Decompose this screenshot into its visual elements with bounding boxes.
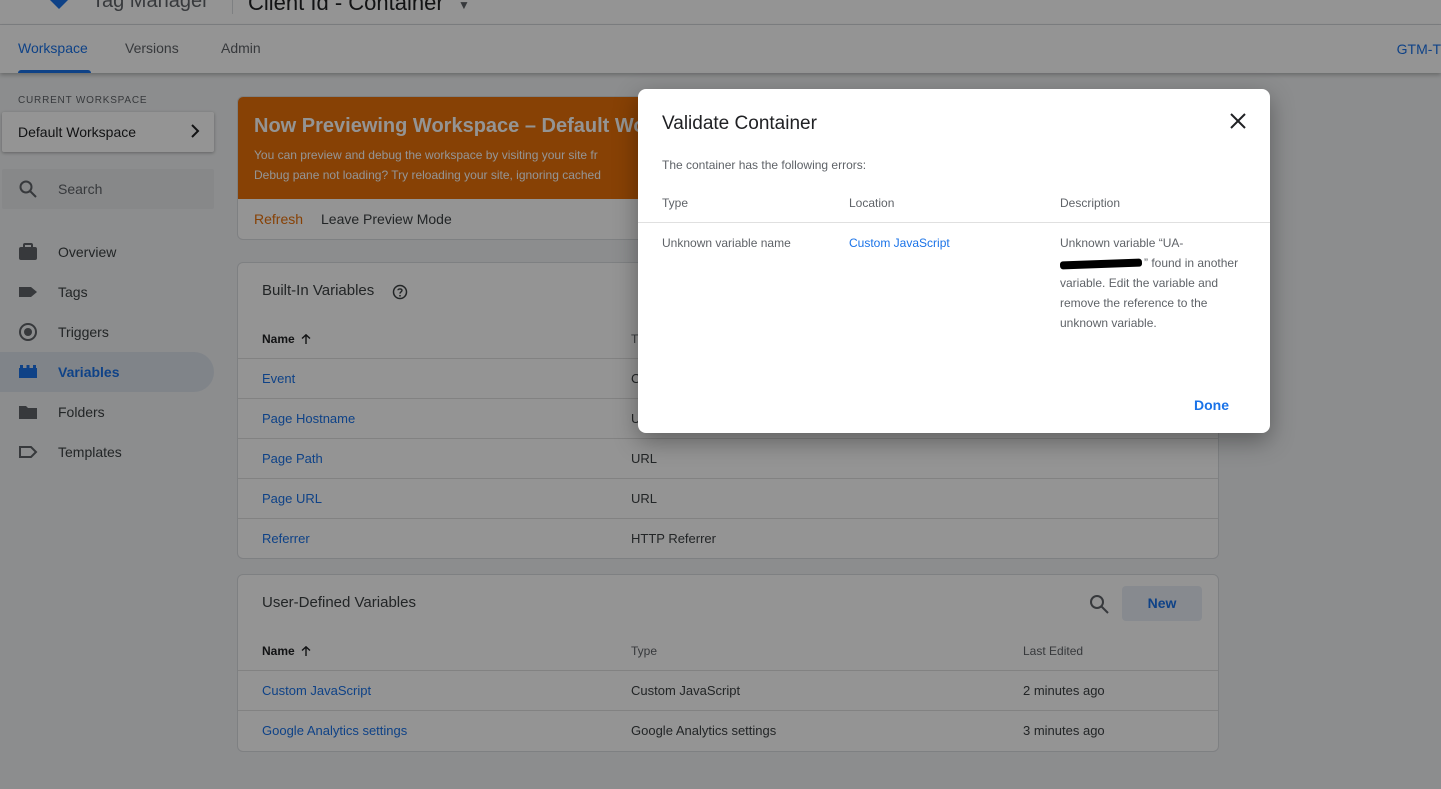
error-description-header: Description: [1060, 196, 1121, 210]
error-location-link[interactable]: Custom JavaScript: [849, 236, 950, 250]
redaction-mark: [1059, 258, 1143, 270]
dialog-subtitle: The container has the following errors:: [662, 158, 867, 172]
error-description-start: Unknown variable “UA-: [1060, 236, 1184, 250]
error-type-header: Type: [662, 196, 689, 210]
error-description: Unknown variable “UA- ” found in another…: [1059, 233, 1250, 333]
error-location-header: Location: [849, 196, 895, 210]
done-button[interactable]: Done: [1194, 397, 1229, 413]
close-icon[interactable]: [1228, 111, 1248, 131]
dialog-divider: [638, 222, 1270, 223]
dialog-title: Validate Container: [662, 113, 817, 134]
error-type: Unknown variable name: [662, 236, 791, 250]
validate-container-dialog: Validate Container The container has the…: [638, 89, 1270, 433]
